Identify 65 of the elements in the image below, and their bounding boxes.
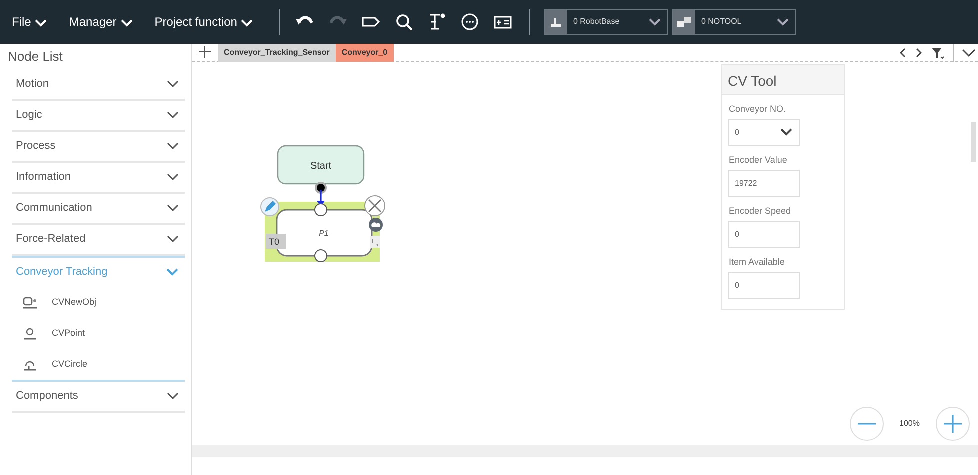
chevron-icon[interactable] [962,48,976,58]
chevron-icon [166,268,179,276]
zoom-level: 100% [900,418,920,430]
filter-icon[interactable] [931,46,945,60]
field-label: Encoder Value [729,154,788,166]
field-label: Encoder Speed [729,205,792,217]
category-item[interactable]: Force-Related [12,225,185,256]
input-field[interactable]: 0 [728,272,800,299]
start-node[interactable] [277,145,365,185]
tab[interactable]: Conveyor_0 [336,44,394,62]
minus-icon [858,423,876,425]
chevron-icon [167,204,179,212]
next-icon[interactable] [915,48,923,58]
node-item[interactable]: CVPoint [12,318,185,349]
resize-icon [370,236,380,248]
node-label: P1 [319,229,329,238]
panel-title: CV Tool [722,65,844,95]
chevron-icon [241,18,254,27]
chevron-icon [167,173,179,182]
input-field[interactable]: 0 [728,221,800,248]
chevron-icon [167,111,179,120]
previous-icon[interactable] [899,48,907,58]
node-icon [22,296,38,310]
field-label: Item Available [729,256,786,268]
category-item[interactable]: Motion [12,70,185,101]
menu-button[interactable]: File [12,13,48,31]
chevron-icon [777,18,790,26]
node-label: Start [310,161,332,172]
close-icon[interactable] [364,196,386,216]
edit-icon[interactable] [260,198,280,216]
panel-title: Node List [8,48,64,66]
menu-button[interactable]: Manager [69,13,133,31]
tab[interactable]: Conveyor_Tracking_Sensor [218,44,336,62]
robot-dropdown[interactable]: 0 NOTOOL [672,9,796,35]
menu-button[interactable]: Project function [154,13,254,31]
input-field[interactable]: 19722 [728,170,800,197]
category-item[interactable]: Communication [12,194,185,225]
chevron-icon [167,392,179,400]
scrollbar[interactable] [192,445,978,457]
node-icon [22,326,38,340]
chevron-icon [120,18,133,27]
node-item[interactable]: CVNewObj [12,287,185,318]
category-item[interactable]: Process [12,132,185,163]
category-item[interactable]: Components [12,382,185,413]
cloud-icon[interactable] [369,218,383,232]
connector-dot [315,182,327,194]
chevron-icon [780,128,793,136]
chevron-icon [649,18,662,26]
zoom-in-button[interactable] [936,407,970,441]
node-item[interactable]: CVCircle [12,349,185,380]
field-label: Conveyor NO. [729,103,788,115]
chevron-icon [167,235,179,244]
tool-tag: T0 [266,234,286,249]
base-icon [549,15,564,29]
chevron-icon [167,80,179,88]
chevron-icon [167,142,179,150]
tool-icon [676,15,692,29]
plus-icon [944,415,962,433]
category-item[interactable]: Information [12,163,185,194]
robot-dropdown[interactable]: 0 RobotBase [544,9,668,35]
scrollbar[interactable] [971,122,976,162]
add-icon[interactable] [198,45,212,60]
conveyor-dropdown[interactable]: 0 [728,119,800,146]
chevron-icon [35,18,48,27]
category-item[interactable]: Logic [12,101,185,132]
